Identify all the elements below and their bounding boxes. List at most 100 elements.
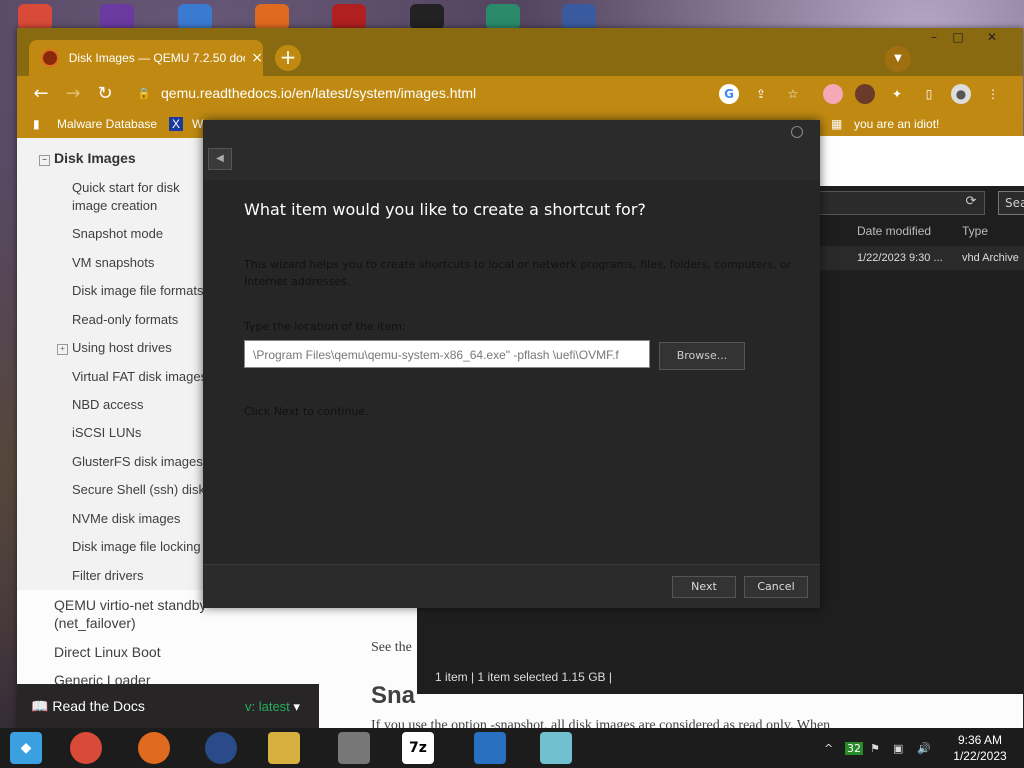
- google-icon[interactable]: G: [719, 84, 739, 104]
- sidebar-item-snapshot-mode[interactable]: Snapshot mode: [72, 225, 163, 243]
- sidebar-item-filter-drivers[interactable]: Filter drivers: [72, 567, 144, 585]
- refresh-icon[interactable]: ⟳: [959, 191, 983, 213]
- location-input[interactable]: \Program Files\qemu\qemu-system-x86_64.e…: [244, 340, 650, 368]
- tab-title: Disk Images — QEMU 7.2.50 documentation: [68, 51, 246, 65]
- desktop-icons-row: [0, 0, 1024, 30]
- see-the-text: See the: [371, 640, 412, 655]
- location-label: Type the location of the item:: [244, 320, 406, 333]
- sidebar-item-virtual-fat[interactable]: Virtual FAT disk images: [72, 368, 207, 386]
- app-taskbar-icon[interactable]: [205, 732, 237, 764]
- new-tab-button[interactable]: +: [275, 45, 301, 71]
- app-desktop-icon[interactable]: [410, 4, 444, 30]
- share-icon[interactable]: ⇪: [751, 84, 771, 104]
- firefox-taskbar-icon[interactable]: [138, 732, 170, 764]
- expand-icon[interactable]: +: [57, 344, 68, 355]
- sidebar-item-glusterfs[interactable]: GlusterFS disk images: [72, 453, 203, 471]
- dialog-titlebar: ◀: [203, 120, 820, 180]
- back-arrow-icon[interactable]: ←: [29, 82, 53, 106]
- extension-avatar-icon[interactable]: [855, 84, 875, 104]
- sidebar-item-using-host-drives[interactable]: + Using host drives: [57, 339, 172, 357]
- taskbar-clock[interactable]: 9:36 AM 1/22/2023: [940, 732, 1020, 764]
- lock-icon: 🔒: [137, 87, 151, 100]
- bookmark-you-are-an-idiot[interactable]: you are an idiot!: [854, 117, 939, 131]
- column-date-modified[interactable]: Date modified: [857, 224, 931, 238]
- side-panel-icon[interactable]: ▯: [919, 84, 939, 104]
- continue-hint: Click Next to continue.: [244, 405, 369, 418]
- file-type: vhd Archive: [962, 252, 1019, 264]
- version-selector[interactable]: v: latest ▾: [245, 699, 300, 715]
- volume-icon[interactable]: 🔊: [917, 742, 931, 755]
- network-icon[interactable]: ▣: [893, 742, 903, 755]
- qemu-favicon-icon: [41, 49, 59, 67]
- sidebar-item-direct-linux-boot[interactable]: Direct Linux Boot: [54, 643, 161, 661]
- browser-toolbar: ← → ↻ 🔒 qemu.readthedocs.io/en/latest/sy…: [17, 76, 1023, 112]
- sidebar-item-disk-image-file-formats[interactable]: Disk image file formats: [72, 282, 203, 300]
- bookmark-star-icon[interactable]: ☆: [783, 84, 803, 104]
- start-button-icon[interactable]: ◆: [10, 732, 42, 764]
- virtualbox-desktop-icon[interactable]: [562, 4, 596, 30]
- sidebar-item-generic-loader[interactable]: Generic Loader: [54, 671, 151, 684]
- app-desktop-icon[interactable]: [332, 4, 366, 30]
- explorer-search-box[interactable]: Sea: [998, 191, 1024, 215]
- rtd-label: 📖 Read the Docs: [31, 698, 145, 714]
- tray-badge[interactable]: 32: [845, 742, 863, 755]
- reload-icon[interactable]: ↻: [93, 82, 117, 106]
- 7zip-taskbar-icon[interactable]: 7z: [402, 732, 434, 764]
- menu-kebab-icon[interactable]: ⋮: [983, 84, 1003, 104]
- sidebar-item-vm-snapshots[interactable]: VM snapshots: [72, 254, 154, 272]
- minimize-button[interactable]: –: [923, 30, 945, 44]
- sidebar-item-nbd-access[interactable]: NBD access: [72, 396, 144, 414]
- app-taskbar-icon[interactable]: [338, 732, 370, 764]
- dialog-description: This wizard helps you to create shortcut…: [244, 258, 792, 288]
- cancel-button[interactable]: Cancel: [744, 576, 808, 598]
- sidebar-item-virtio-net-standby[interactable]: QEMU virtio-net standby (net_failover): [54, 596, 214, 632]
- profile-avatar-icon[interactable]: ●: [951, 84, 971, 104]
- app-desktop-icon[interactable]: [255, 4, 289, 30]
- dialog-footer: Next Cancel: [203, 564, 820, 608]
- column-type[interactable]: Type: [962, 224, 988, 238]
- app-taskbar-icon[interactable]: [540, 732, 572, 764]
- address-bar[interactable]: qemu.readthedocs.io/en/latest/system/ima…: [161, 85, 476, 101]
- flag-icon[interactable]: ⚑: [870, 742, 880, 755]
- bookmark-w[interactable]: W: [192, 117, 203, 131]
- tab-strip: Disk Images — QEMU 7.2.50 documentation …: [17, 28, 1023, 76]
- clock-date: 1/22/2023: [953, 749, 1007, 763]
- maximize-button[interactable]: □: [947, 30, 969, 44]
- sidebar-item-nvme[interactable]: NVMe disk images: [72, 510, 180, 528]
- app-desktop-icon[interactable]: [178, 4, 212, 30]
- bookmark-x-icon[interactable]: X: [169, 117, 184, 131]
- back-arrow-icon[interactable]: ◀: [208, 148, 232, 170]
- app-desktop-icon[interactable]: [486, 4, 520, 30]
- explorer-status-bar: 1 item | 1 item selected 1.15 GB |: [435, 670, 612, 684]
- caret-down-icon: ▾: [293, 699, 300, 714]
- next-button[interactable]: Next: [672, 576, 736, 598]
- file-date: 1/22/2023 9:30 ...: [857, 252, 943, 264]
- chrome-desktop-icon[interactable]: [18, 4, 52, 30]
- clock-time: 9:36 AM: [957, 733, 1003, 747]
- collapse-icon[interactable]: −: [39, 155, 50, 166]
- sidebar-item-file-locking[interactable]: Disk image file locking: [72, 538, 201, 556]
- forward-arrow-icon[interactable]: →: [61, 82, 85, 106]
- browser-tab[interactable]: Disk Images — QEMU 7.2.50 documentation …: [29, 40, 263, 76]
- browse-button[interactable]: Browse...: [659, 342, 745, 370]
- extension-flag-icon[interactable]: [823, 84, 843, 104]
- tray-expand-icon[interactable]: ^: [824, 742, 833, 755]
- close-icon[interactable]: [791, 126, 803, 138]
- close-window-button[interactable]: ✕: [981, 30, 1003, 44]
- taskbar: ◆ 7z ^ 32 ⚑ ▣ 🔊 9:36 AM 1/22/2023: [0, 728, 1024, 768]
- visual-studio-desktop-icon[interactable]: [100, 4, 134, 30]
- book-icon: 📖: [31, 698, 53, 714]
- bookmark-malware-database[interactable]: Malware Database: [57, 117, 157, 131]
- extensions-puzzle-icon[interactable]: ✦: [887, 84, 907, 104]
- dialog-title: What item would you like to create a sho…: [244, 200, 646, 219]
- sidebar-item-read-only-formats[interactable]: Read-only formats: [72, 311, 178, 329]
- sidebar-item-quick-start[interactable]: Quick start for disk image creation: [72, 179, 202, 215]
- bookmark-folder-icon: ▮: [33, 117, 40, 131]
- app-taskbar-icon[interactable]: [474, 732, 506, 764]
- chrome-taskbar-icon[interactable]: [70, 732, 102, 764]
- tab-close-icon[interactable]: ×: [251, 50, 263, 66]
- file-explorer-taskbar-icon[interactable]: [268, 732, 300, 764]
- sidebar-item-iscsi-luns[interactable]: iSCSI LUNs: [72, 424, 141, 442]
- tab-search-chevron-icon[interactable]: ▼: [885, 46, 911, 72]
- sidebar-section-disk-images[interactable]: − Disk Images: [39, 150, 136, 166]
